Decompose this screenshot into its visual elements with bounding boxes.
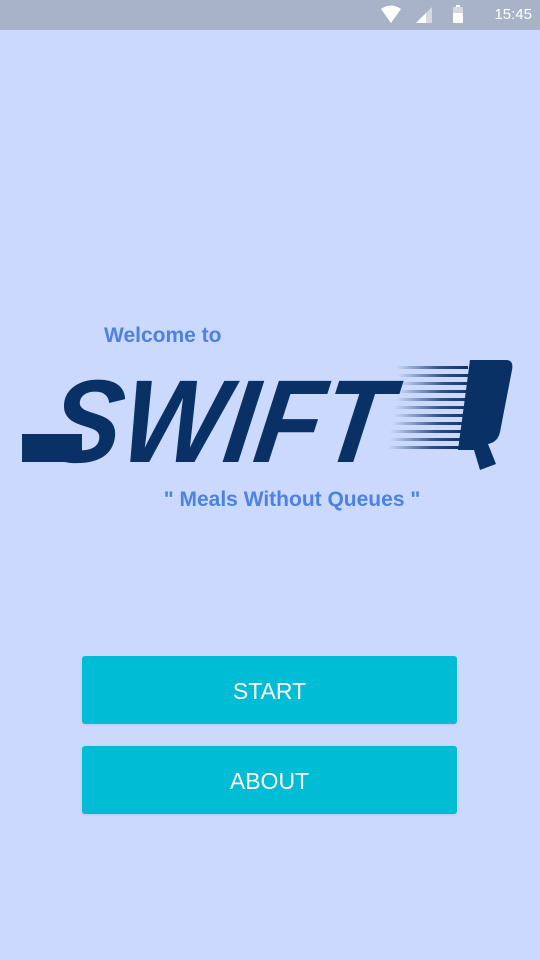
battery-icon (453, 5, 463, 23)
swiftq-logo: SWIFT (22, 357, 513, 482)
status-time: 15:45 (494, 6, 532, 23)
app-screen: 15:45 Welcome to SWIFT " Meals Without Q… (0, 0, 540, 960)
start-button[interactable]: START (82, 656, 457, 724)
welcome-text: Welcome to (104, 324, 222, 347)
status-bar: 15:45 (0, 0, 540, 30)
about-button[interactable]: ABOUT (82, 746, 457, 814)
wifi-icon (381, 5, 401, 23)
svg-text:SWIFT: SWIFT (41, 357, 407, 482)
tagline: " Meals Without Queues " (163, 488, 421, 511)
signal-icon (416, 7, 432, 23)
